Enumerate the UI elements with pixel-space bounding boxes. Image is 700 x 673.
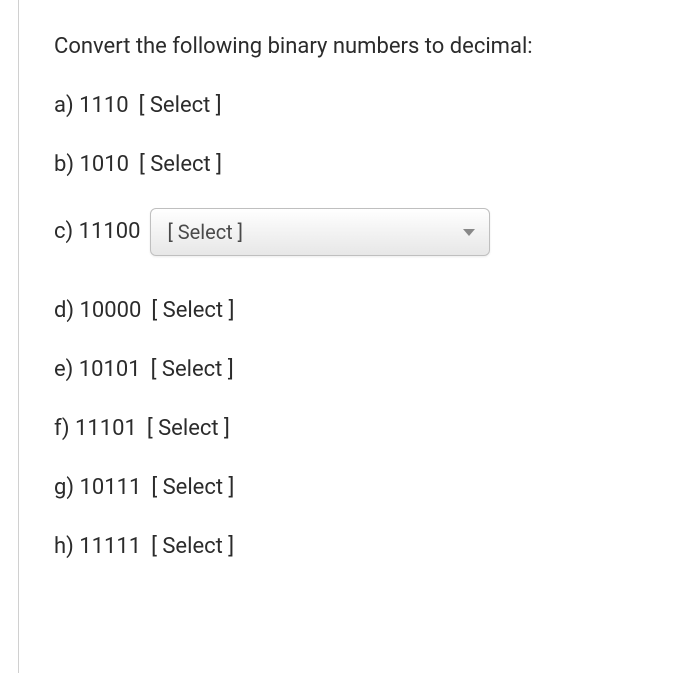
select-placeholder[interactable]: [ Select ] <box>147 414 230 445</box>
question-letter: a) <box>54 93 74 118</box>
question-value: 1010 <box>79 152 128 177</box>
select-placeholder[interactable]: [ Select ] <box>151 355 234 386</box>
question-letter: b) <box>54 152 74 177</box>
question-row-f: f) 11101 [ Select ] <box>54 414 660 445</box>
question-row-e: e) 10101 [ Select ] <box>54 355 660 386</box>
question-label: d) 10000 <box>54 296 141 327</box>
question-label: h) 11111 <box>54 532 141 563</box>
question-value: 11111 <box>79 534 141 559</box>
question-row-b: b) 1010 [ Select ] <box>54 150 660 181</box>
question-row-g: g) 10111 [ Select ] <box>54 473 660 504</box>
question-letter: h) <box>54 534 74 559</box>
question-letter: e) <box>54 357 73 382</box>
question-letter: g) <box>54 475 74 500</box>
question-label: a) 1110 <box>54 91 129 122</box>
question-letter: c) <box>54 219 73 244</box>
question-row-c: c) 11100 [ Select ] <box>54 208 660 256</box>
chevron-down-icon <box>463 229 475 236</box>
question-prompt: Convert the following binary numbers to … <box>54 32 660 63</box>
select-placeholder[interactable]: [ Select ] <box>139 91 222 122</box>
question-label: g) 10111 <box>54 473 141 504</box>
question-label: e) 10101 <box>54 355 141 386</box>
question-value: 10000 <box>80 298 142 323</box>
select-placeholder[interactable]: [ Select ] <box>139 150 222 181</box>
select-dropdown-text: [ Select ] <box>167 218 243 246</box>
question-row-h: h) 11111 [ Select ] <box>54 532 660 563</box>
question-value: 10101 <box>79 357 141 382</box>
question-letter: f) <box>54 416 70 441</box>
select-dropdown[interactable]: [ Select ] <box>150 208 490 256</box>
question-row-a: a) 1110 [ Select ] <box>54 91 660 122</box>
question-label: c) 11100 <box>54 217 140 248</box>
question-row-d: d) 10000 [ Select ] <box>54 296 660 327</box>
vertical-divider <box>18 0 19 673</box>
question-value: 11101 <box>75 416 137 441</box>
select-placeholder[interactable]: [ Select ] <box>151 473 234 504</box>
question-value: 1110 <box>79 93 128 118</box>
question-content: Convert the following binary numbers to … <box>0 0 700 622</box>
question-value: 11100 <box>79 219 141 244</box>
question-label: f) 11101 <box>54 414 137 445</box>
question-value: 10111 <box>79 475 141 500</box>
select-placeholder[interactable]: [ Select ] <box>151 296 234 327</box>
question-label: b) 1010 <box>54 150 129 181</box>
question-letter: d) <box>54 298 74 323</box>
select-placeholder[interactable]: [ Select ] <box>151 532 234 563</box>
